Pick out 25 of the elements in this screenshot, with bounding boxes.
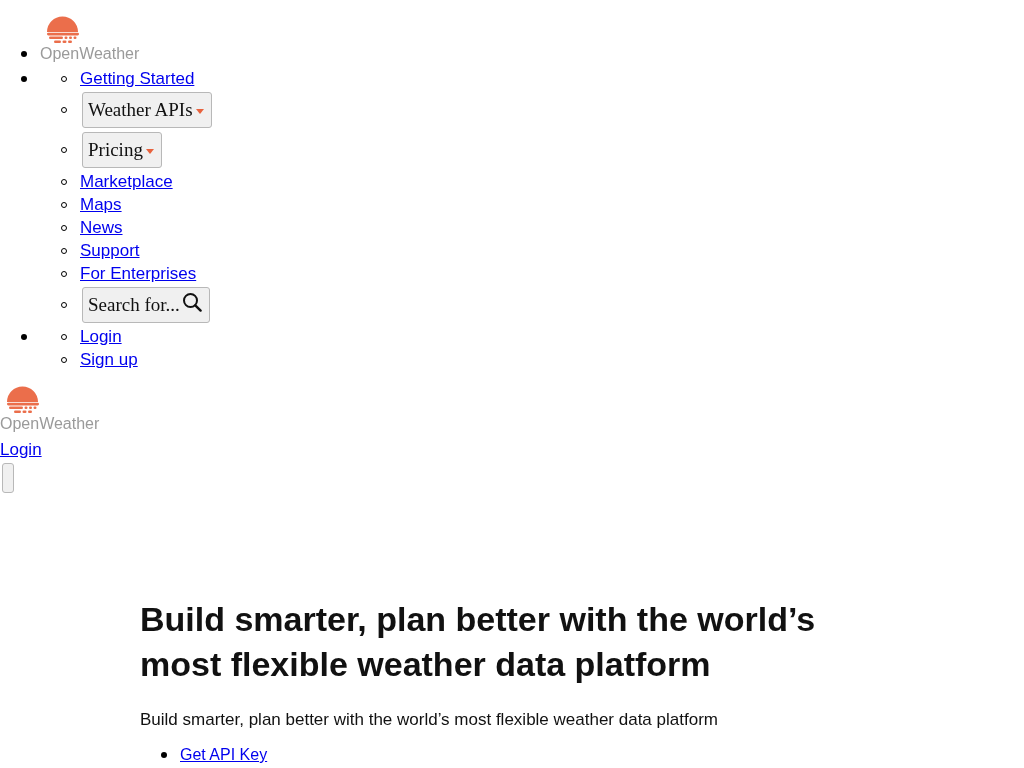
- nav-link[interactable]: Maps: [80, 193, 122, 216]
- dropdown-button[interactable]: Weather APIs: [82, 92, 212, 128]
- search-icon: [182, 292, 202, 312]
- bullet-icon: [21, 51, 27, 57]
- account-link[interactable]: Login: [80, 325, 122, 348]
- hero-subtitle: Build smarter, plan better with the world’s most flexible weather data platform: [140, 709, 719, 731]
- logo-icon[interactable]: [46, 16, 80, 44]
- login-link[interactable]: Login: [0, 440, 42, 459]
- nav-link[interactable]: For Enterprises: [80, 262, 197, 285]
- nav-link[interactable]: News: [80, 216, 123, 239]
- bullet-icon: [21, 76, 27, 82]
- nav-link[interactable]: Support: [80, 239, 140, 262]
- menu-toggle-button[interactable]: [2, 463, 14, 493]
- nav-link[interactable]: Marketplace: [80, 170, 173, 193]
- nav-link[interactable]: Getting Started: [80, 67, 195, 90]
- caret-icon: [145, 149, 154, 154]
- hero-title: Build smarter, plan better with the world’s most flexible weather data platform: [140, 599, 817, 685]
- dropdown-button[interactable]: Pricing: [82, 132, 162, 168]
- caret-icon: [195, 109, 204, 114]
- account-link[interactable]: Sign up: [80, 348, 138, 371]
- get-api-key-link[interactable]: Get API Key: [180, 745, 268, 765]
- bullet-icon: [161, 752, 167, 758]
- bullet-icon: [21, 334, 27, 340]
- search-button[interactable]: Search for...: [82, 287, 210, 323]
- logo-icon[interactable]: [6, 386, 40, 414]
